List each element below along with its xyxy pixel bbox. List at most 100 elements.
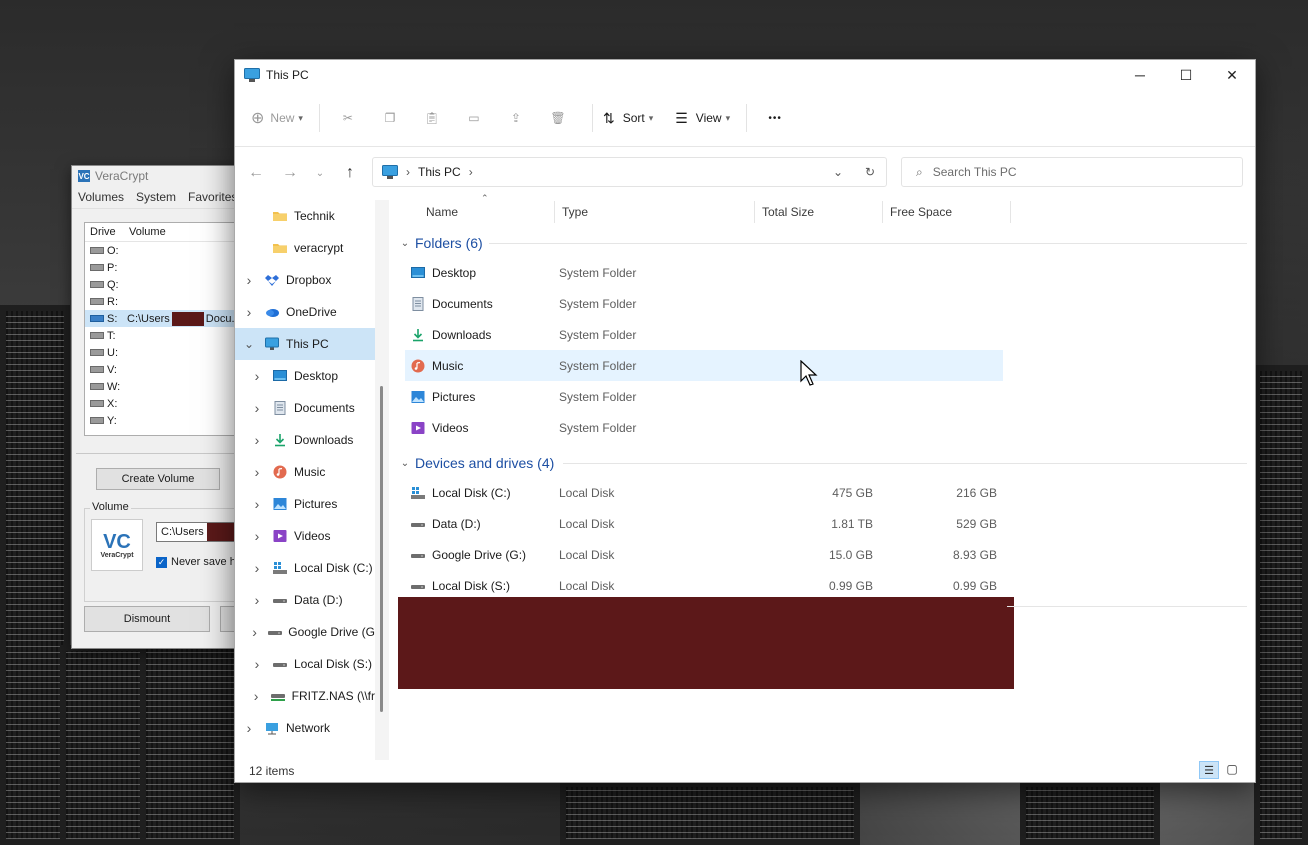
drive-list[interactable]: Drive Volume O: P: Q: R: S: C:\Users Doc… bbox=[84, 222, 256, 436]
drive-row[interactable]: U: bbox=[85, 344, 255, 361]
list-item[interactable]: Downloads System Folder bbox=[405, 319, 1003, 350]
chevron-right-icon[interactable]: › bbox=[251, 496, 263, 512]
delete-button[interactable]: 🗑︎ bbox=[540, 104, 576, 132]
group-header[interactable]: ⌄ Devices and drives (4) bbox=[393, 449, 1255, 477]
item-name: Downloads bbox=[432, 327, 492, 342]
col-volume[interactable]: Volume bbox=[124, 226, 166, 238]
nav-item-google-drive-g[interactable]: › Google Drive (G bbox=[235, 616, 375, 648]
address-bar[interactable]: › This PC › ⌄ ↻ bbox=[372, 157, 887, 187]
nav-item-onedrive[interactable]: › OneDrive bbox=[235, 296, 375, 328]
drive-row[interactable]: T: bbox=[85, 327, 255, 344]
chevron-right-icon[interactable]: › bbox=[243, 304, 255, 320]
col-name[interactable]: Name ⌃ bbox=[419, 193, 555, 223]
chevron-right-icon[interactable]: › bbox=[251, 464, 263, 480]
music-icon bbox=[411, 359, 425, 373]
drive-row[interactable]: O: bbox=[85, 242, 255, 259]
chevron-right-icon[interactable]: › bbox=[243, 272, 255, 288]
address-dropdown-icon[interactable]: ⌄ bbox=[822, 165, 854, 179]
recent-locations-button[interactable]: ⌄ bbox=[307, 157, 333, 189]
drive-row[interactable]: S: C:\Users Docu... bbox=[85, 310, 255, 327]
drive-row[interactable]: X: bbox=[85, 395, 255, 412]
back-button[interactable]: ← bbox=[239, 157, 273, 189]
breadcrumb-this-pc[interactable]: This PC bbox=[418, 165, 461, 179]
list-item[interactable]: Local Disk (C:) Local Disk 475 GB 216 GB bbox=[405, 477, 1003, 508]
col-total-size[interactable]: Total Size bbox=[755, 201, 883, 223]
group-header[interactable]: ⌄ Folders (6) bbox=[393, 229, 1255, 257]
nav-item-local-disk-s[interactable]: › Local Disk (S:) bbox=[235, 648, 375, 680]
nav-item-data-d[interactable]: › Data (D:) bbox=[235, 584, 375, 616]
new-button[interactable]: ⊕ New ▾ bbox=[251, 108, 303, 128]
maximize-button[interactable]: ☐ bbox=[1163, 60, 1209, 90]
search-input[interactable]: Search This PC bbox=[933, 165, 1017, 179]
cut-button[interactable]: ✂ bbox=[330, 104, 366, 132]
menu-favorites[interactable]: Favorites bbox=[188, 190, 237, 204]
rename-button[interactable]: ▭ bbox=[456, 104, 492, 132]
nav-item-pictures[interactable]: › Pictures bbox=[235, 488, 375, 520]
nav-item-veracrypt[interactable]: veracrypt bbox=[235, 232, 375, 264]
drive-row[interactable]: V: bbox=[85, 361, 255, 378]
forward-button[interactable]: → bbox=[273, 157, 307, 189]
list-item[interactable]: Desktop System Folder bbox=[405, 257, 1003, 288]
col-free-space[interactable]: Free Space bbox=[883, 201, 1011, 223]
nav-item-desktop[interactable]: › Desktop bbox=[235, 360, 375, 392]
list-item[interactable]: Data (D:) Local Disk 1.81 TB 529 GB bbox=[405, 508, 1003, 539]
drive-row[interactable]: Y: bbox=[85, 412, 255, 429]
network-icon bbox=[264, 721, 280, 735]
nav-item-documents[interactable]: › Documents bbox=[235, 392, 375, 424]
nav-item-music[interactable]: › Music bbox=[235, 456, 375, 488]
chevron-right-icon[interactable]: › bbox=[249, 624, 260, 640]
chevron-right-icon[interactable]: › bbox=[251, 592, 263, 608]
refresh-icon[interactable]: ↻ bbox=[854, 165, 886, 179]
large-icons-view-button[interactable]: ▢ bbox=[1223, 761, 1241, 777]
chevron-right-icon[interactable]: › bbox=[469, 165, 473, 179]
item-name: Local Disk (S:) bbox=[432, 578, 511, 593]
list-item[interactable]: Videos System Folder bbox=[405, 412, 1003, 443]
search-box[interactable]: ⌕ Search This PC bbox=[901, 157, 1243, 187]
share-button[interactable]: ⇪ bbox=[498, 104, 534, 132]
col-type[interactable]: Type bbox=[555, 201, 755, 223]
nav-item-fritz-nas-fr[interactable]: › FRITZ.NAS (\\fr bbox=[235, 680, 375, 712]
dismount-button[interactable]: Dismount bbox=[84, 606, 210, 632]
list-item[interactable]: Pictures System Folder bbox=[405, 381, 1003, 412]
more-options-button[interactable]: ••• bbox=[757, 104, 793, 132]
sort-ascending-icon: ⌃ bbox=[481, 193, 489, 203]
nav-item-technik[interactable]: Technik bbox=[235, 200, 375, 232]
view-button[interactable]: ☰ View ▾ bbox=[675, 110, 730, 127]
paste-button[interactable]: 📋︎ bbox=[414, 104, 450, 132]
list-item[interactable]: Google Drive (G:) Local Disk 15.0 GB 8.93 … bbox=[405, 539, 1003, 570]
sort-button[interactable]: ⇅ Sort ▾ bbox=[603, 110, 653, 127]
chevron-right-icon[interactable]: › bbox=[251, 368, 263, 384]
drive-row[interactable]: W: bbox=[85, 378, 255, 395]
drive-row[interactable]: Q: bbox=[85, 276, 255, 293]
nav-item-downloads[interactable]: › Downloads bbox=[235, 424, 375, 456]
close-button[interactable]: ✕ bbox=[1209, 60, 1255, 90]
never-save-history-checkbox[interactable]: ✓ Never save h bbox=[156, 556, 236, 568]
scrollbar-thumb[interactable] bbox=[380, 386, 383, 712]
drive-row[interactable]: R: bbox=[85, 293, 255, 310]
menu-system[interactable]: System bbox=[136, 190, 176, 204]
chevron-right-icon[interactable]: › bbox=[251, 432, 263, 448]
up-button[interactable]: ↑ bbox=[333, 157, 367, 189]
navigation-scrollbar[interactable] bbox=[375, 200, 389, 760]
chevron-right-icon[interactable]: › bbox=[251, 656, 263, 672]
list-item[interactable]: Music System Folder bbox=[405, 350, 1003, 381]
nav-item-network[interactable]: › Network bbox=[235, 712, 375, 744]
copy-button[interactable]: ❐ bbox=[372, 104, 408, 132]
col-drive[interactable]: Drive bbox=[85, 226, 124, 238]
minimize-button[interactable]: ─ bbox=[1117, 60, 1163, 90]
chevron-right-icon[interactable]: › bbox=[251, 560, 263, 576]
chevron-right-icon[interactable]: › bbox=[243, 720, 255, 736]
chevron-right-icon[interactable]: › bbox=[250, 688, 261, 704]
create-volume-button[interactable]: Create Volume bbox=[96, 468, 220, 490]
chevron-right-icon[interactable]: › bbox=[251, 528, 263, 544]
chevron-down-icon[interactable]: ⌄ bbox=[243, 337, 255, 351]
nav-item-dropbox[interactable]: › Dropbox bbox=[235, 264, 375, 296]
nav-item-videos[interactable]: › Videos bbox=[235, 520, 375, 552]
nav-item-local-disk-c[interactable]: › Local Disk (C:) bbox=[235, 552, 375, 584]
list-item[interactable]: Documents System Folder bbox=[405, 288, 1003, 319]
menu-volumes[interactable]: Volumes bbox=[78, 190, 124, 204]
chevron-right-icon[interactable]: › bbox=[251, 400, 263, 416]
drive-row[interactable]: P: bbox=[85, 259, 255, 276]
nav-item-this-pc[interactable]: ⌄ This PC bbox=[235, 328, 375, 360]
details-view-button[interactable]: ☰ bbox=[1199, 761, 1219, 779]
